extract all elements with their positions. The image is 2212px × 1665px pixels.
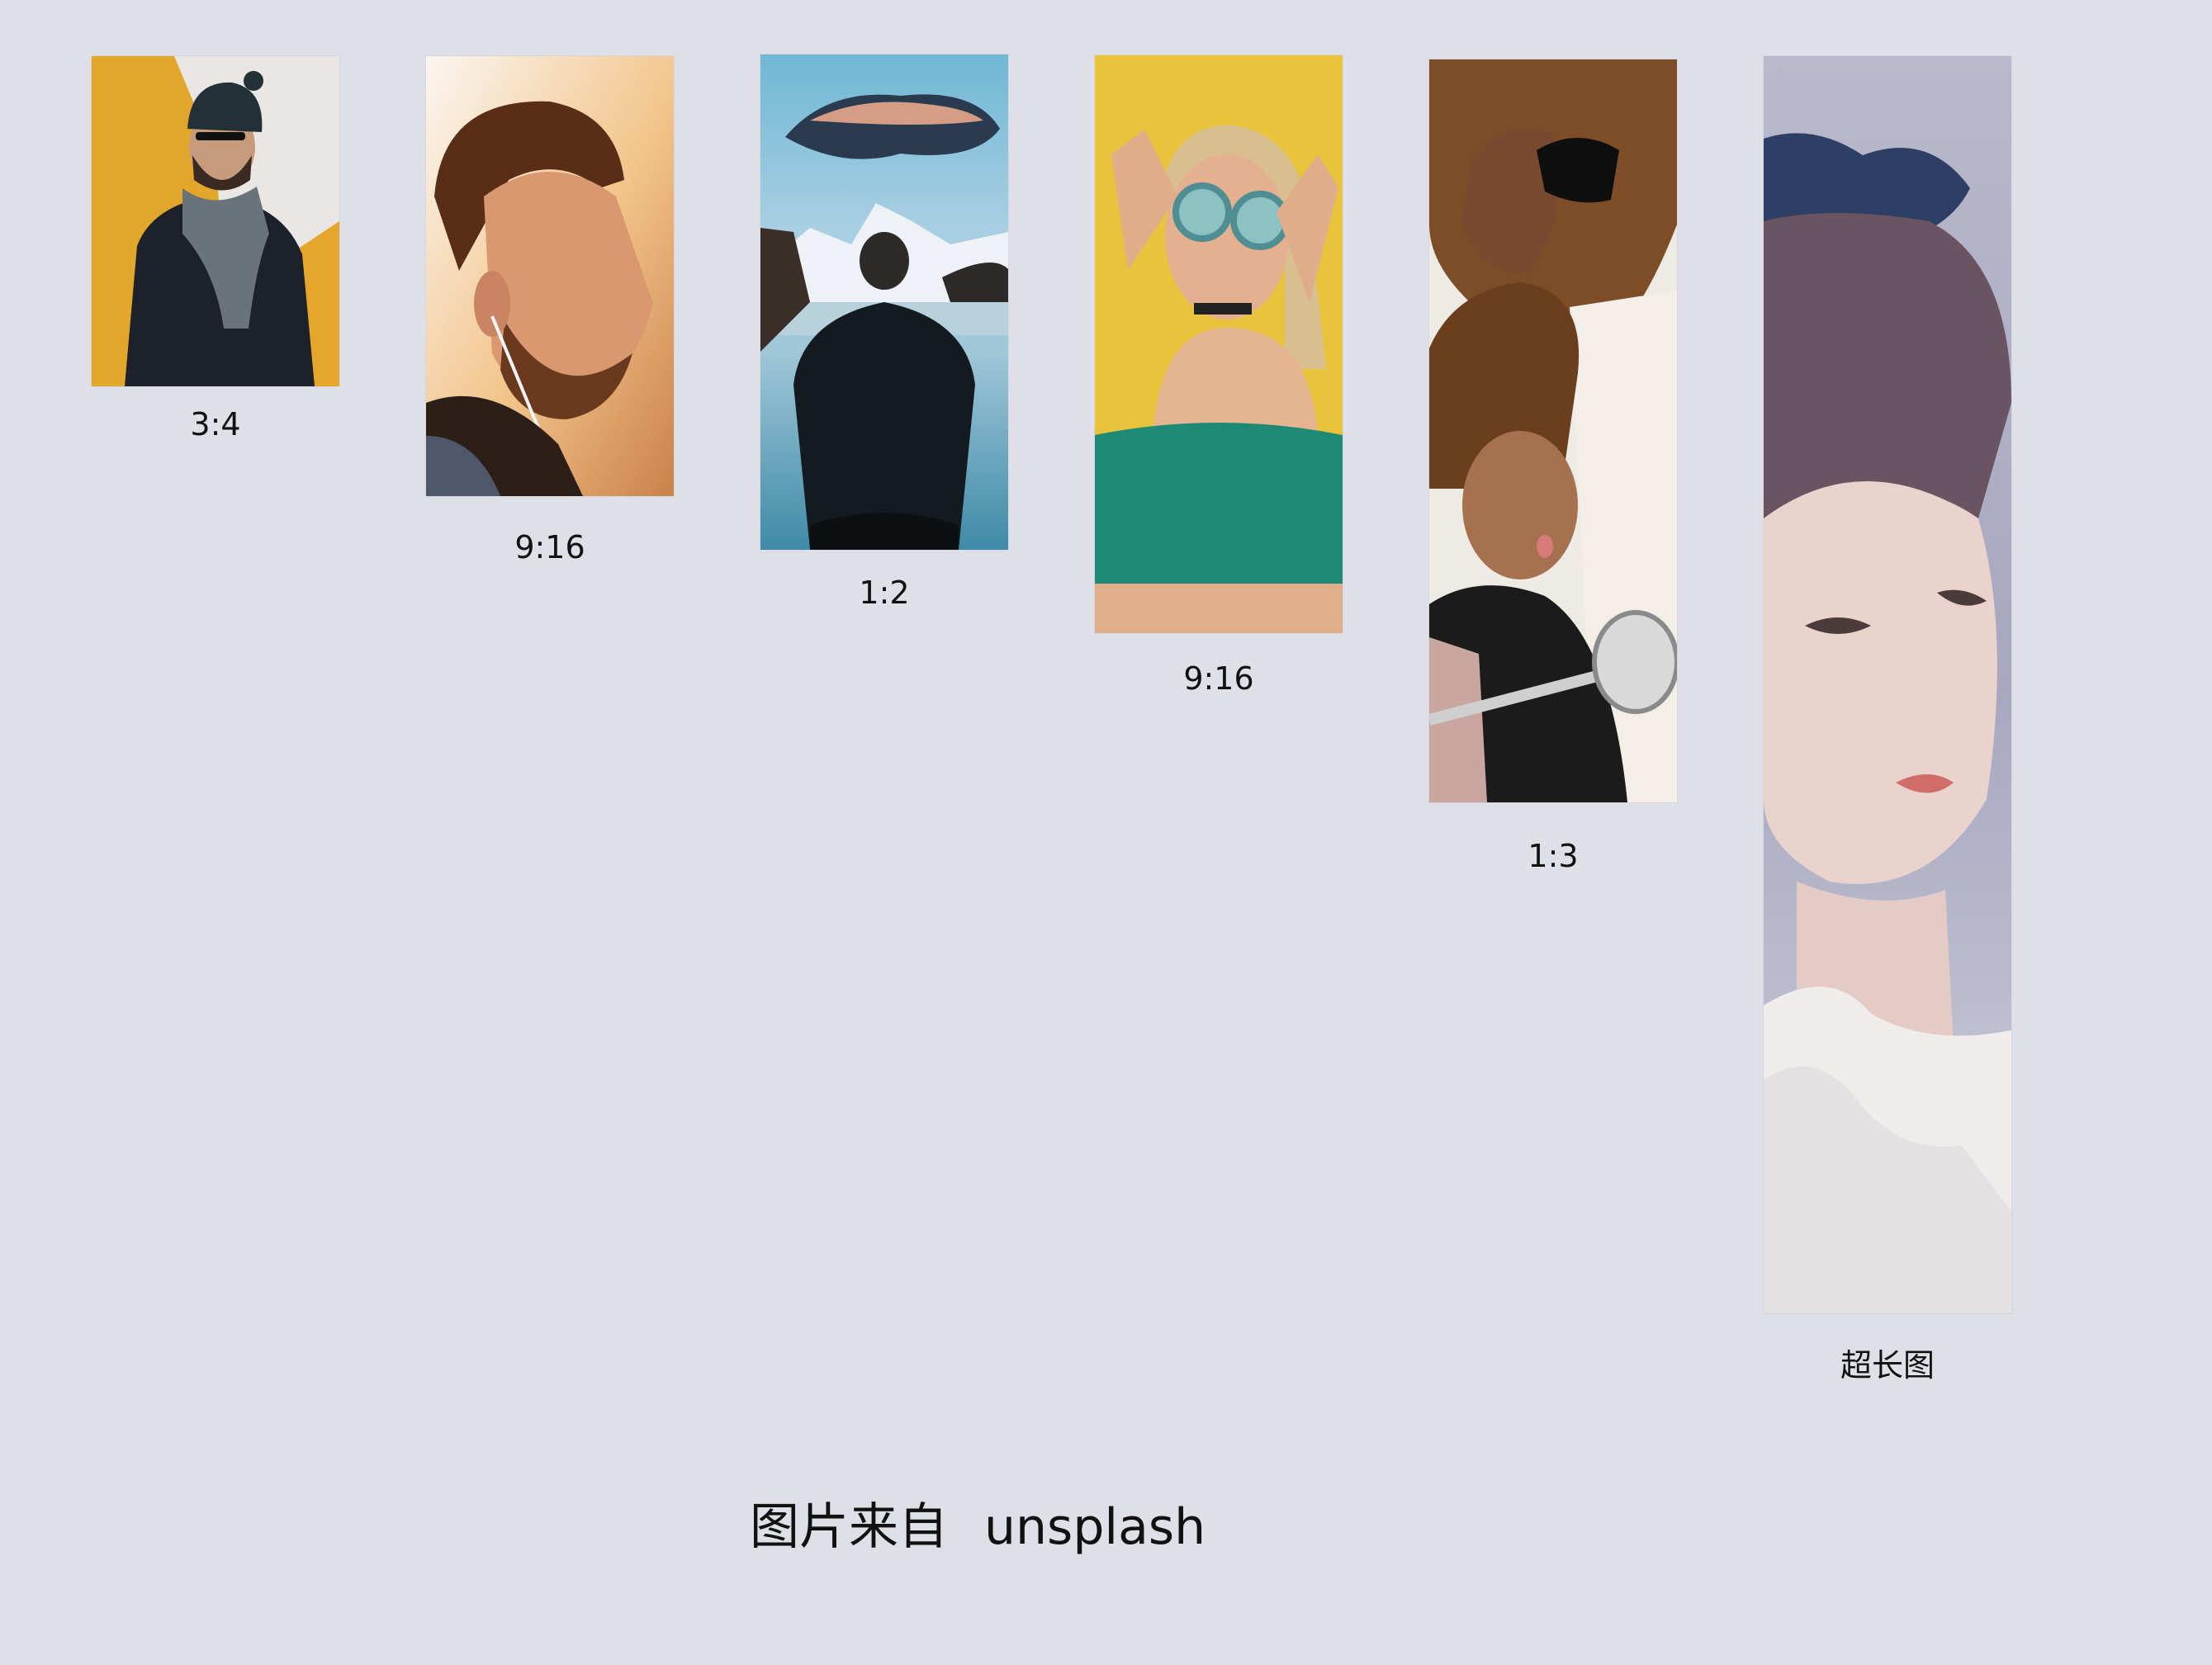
ratio-label: 1:3 — [1528, 838, 1579, 874]
photo-woman-sunglasses[interactable] — [1095, 55, 1343, 633]
ratio-label: 超长图 — [1840, 1347, 1935, 1384]
photo-man-mountain-lake[interactable] — [760, 54, 1008, 550]
photo-man-earphones[interactable] — [426, 56, 674, 496]
ratio-label: 3:4 — [190, 406, 241, 442]
photo-bride-long[interactable] — [1764, 56, 2011, 1313]
gallery-stage: 3:4 9:16 1:2 9:16 1:3 超长图 图片来自 unsplash — [0, 0, 2212, 1665]
credit-source: unsplash — [984, 1498, 1206, 1556]
ratio-label: 1:2 — [859, 575, 910, 611]
image-source-credit: 图片来自 unsplash — [750, 1498, 1205, 1556]
credit-prefix: 图片来自 — [750, 1498, 948, 1556]
ratio-label: 9:16 — [514, 529, 585, 565]
ratio-label: 9:16 — [1183, 660, 1254, 697]
photo-man-scarf-beanie[interactable] — [92, 56, 339, 386]
photo-woman-and-girl[interactable] — [1429, 59, 1677, 802]
